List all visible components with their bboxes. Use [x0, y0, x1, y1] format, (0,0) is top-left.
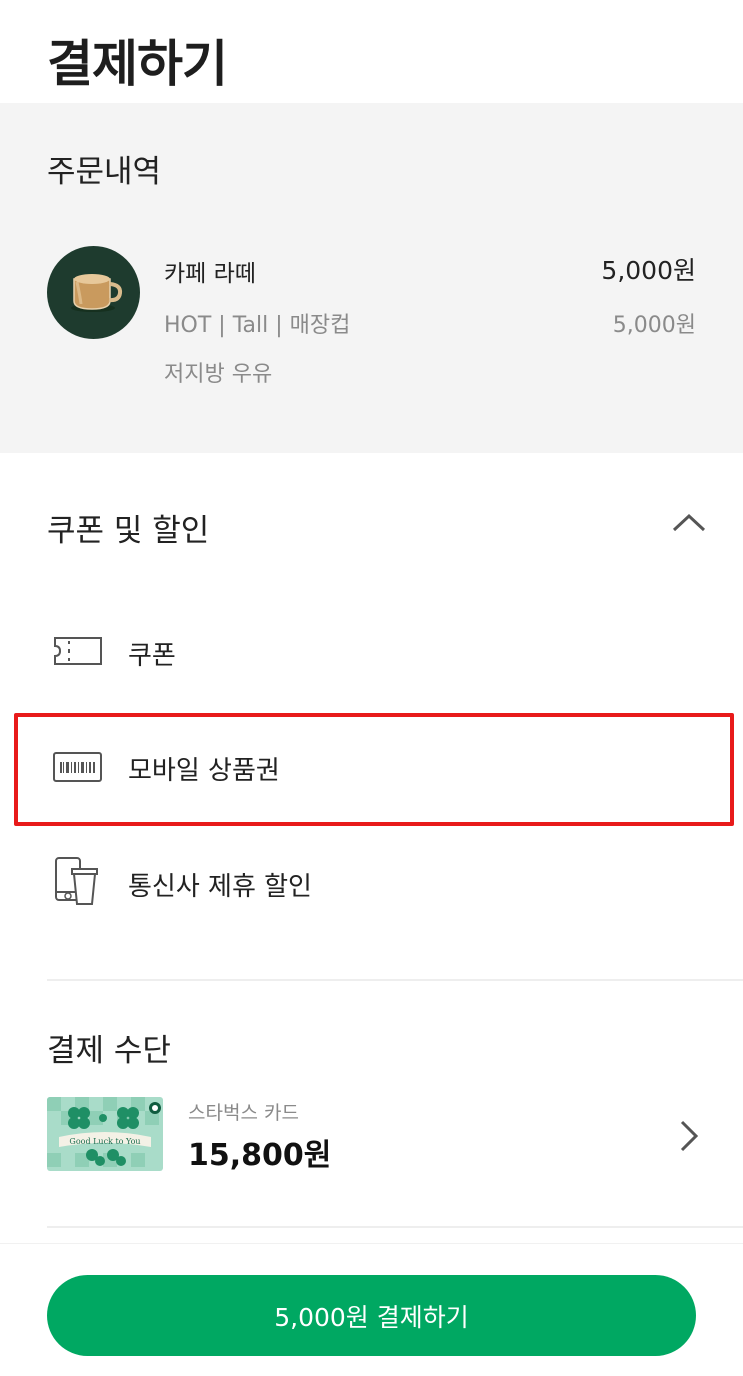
starbucks-card-image: Good Luck to You	[47, 1097, 163, 1171]
coupon-label: 쿠폰	[128, 641, 176, 671]
card-name: 스타벅스 카드	[188, 1102, 299, 1124]
telecom-discount-label: 통신사 제휴 할인	[128, 872, 312, 902]
product-milk-option: 저지방 우유	[164, 362, 273, 387]
telecom-discount-row[interactable]: 통신사 제휴 할인	[0, 833, 743, 933]
phone-cup-icon	[52, 855, 104, 907]
payment-method-heading: 결제 수단	[47, 1033, 171, 1069]
pay-button[interactable]: 5,000원 결제하기	[47, 1275, 696, 1356]
starbucks-card-row[interactable]: Good Luck to You 스타벅스 카드 15,800원	[0, 1090, 743, 1180]
product-subprice: 5,000원	[612, 313, 696, 338]
mobile-giftcard-label: 모바일 상품권	[128, 756, 280, 786]
card-balance: 15,800원	[188, 1138, 332, 1173]
order-summary-section: 주문내역 카페 라떼 5,000원 HOT | Tall | 매장컵 5,000…	[0, 103, 743, 453]
latte-mug-icon	[47, 246, 140, 339]
divider	[47, 1226, 743, 1228]
bottom-action-bar: 5,000원 결제하기	[0, 1244, 743, 1376]
coupon-discount-heading: 쿠폰 및 할인	[47, 513, 210, 549]
ticket-icon	[52, 625, 104, 677]
chevron-up-icon[interactable]	[668, 506, 710, 538]
divider	[47, 979, 743, 981]
mobile-giftcard-row[interactable]: 모바일 상품권	[0, 716, 743, 816]
coupon-row[interactable]: 쿠폰	[0, 601, 743, 701]
barcode-card-icon	[52, 741, 104, 793]
product-name: 카페 라떼	[164, 261, 256, 287]
page-title: 결제하기	[47, 35, 228, 93]
chevron-right-icon[interactable]	[676, 1118, 700, 1154]
order-heading: 주문내역	[47, 154, 162, 190]
product-options: HOT | Tall | 매장컵	[164, 313, 351, 338]
product-price: 5,000원	[601, 256, 696, 285]
card-print-text: Good Luck to You	[69, 1137, 140, 1146]
